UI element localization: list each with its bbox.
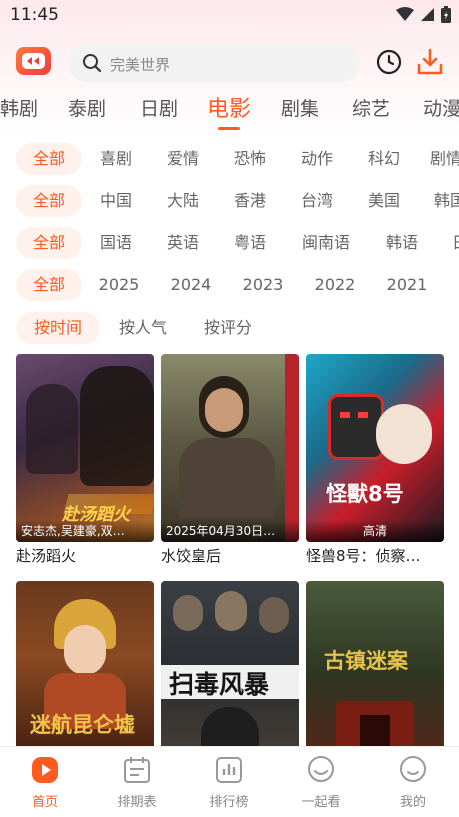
bottom-tab-bar: 首页 排期表 排行榜 一起看 我的 — [0, 746, 459, 817]
movie-poster: 2025年04月30日… — [161, 354, 299, 542]
smile-icon — [308, 756, 334, 782]
tab-label: 排行榜 — [209, 795, 249, 810]
history-icon[interactable] — [376, 49, 402, 75]
tab-anime[interactable]: 动漫 — [423, 94, 459, 121]
region-chip[interactable]: 韩国 — [434, 185, 459, 217]
movie-title: 水饺皇后 — [161, 547, 222, 565]
poster-title-art: 迷航昆仑墟 — [30, 713, 135, 737]
language-chip-all[interactable]: 全部 — [16, 227, 82, 259]
region-chip-all[interactable]: 全部 — [16, 185, 82, 217]
genre-chip[interactable]: 爱情 — [162, 143, 204, 175]
tab-series[interactable]: 剧集 — [281, 94, 319, 121]
year-chip[interactable]: 2025 — [95, 269, 143, 301]
movie-title: 赴汤蹈火 — [16, 547, 77, 565]
region-chip[interactable]: 中国 — [95, 185, 137, 217]
year-filter-row: 全部 2025 2024 2023 2022 2021 — [0, 269, 459, 301]
genre-chip[interactable]: 剧情 — [430, 143, 459, 175]
year-chip[interactable]: 2022 — [311, 269, 359, 301]
tab-variety[interactable]: 综艺 — [352, 94, 390, 121]
calendar-icon — [124, 757, 150, 783]
genre-chip-all[interactable]: 全部 — [16, 143, 82, 175]
chart-icon — [216, 757, 242, 783]
tab-ranking[interactable]: 排行榜 — [189, 755, 269, 810]
movie-poster: 赴汤蹈火 安志杰,吴建豪,双… — [16, 354, 154, 542]
genre-chip[interactable]: 恐怖 — [229, 143, 271, 175]
language-chip[interactable]: 韩语 — [381, 227, 423, 259]
language-chip[interactable]: 英语 — [162, 227, 204, 259]
profile-icon — [400, 756, 426, 782]
tab-korean-drama[interactable]: 韩剧 — [0, 94, 38, 121]
tab-profile[interactable]: 我的 — [373, 755, 453, 810]
year-chip[interactable]: 2021 — [383, 269, 431, 301]
sort-by-rating[interactable]: 按评分 — [198, 312, 258, 344]
poster-title-art: 扫毒风暴 — [169, 670, 270, 699]
home-play-icon — [32, 757, 58, 783]
tab-home[interactable]: 首页 — [5, 755, 85, 810]
sort-by-time[interactable]: 按时间 — [16, 312, 100, 344]
tab-label: 首页 — [31, 795, 58, 810]
sort-by-popularity[interactable]: 按人气 — [113, 312, 173, 344]
category-tabs: 韩剧 泰剧 日剧 电影 剧集 综艺 动漫 — [0, 94, 459, 130]
region-chip[interactable]: 香港 — [229, 185, 271, 217]
language-chip[interactable]: 日 — [452, 227, 459, 259]
genre-chip[interactable]: 喜剧 — [95, 143, 137, 175]
search-placeholder: 完美世界 — [110, 56, 171, 74]
language-chip[interactable]: 闽南语 — [293, 227, 359, 259]
genre-chip[interactable]: 科幻 — [363, 143, 405, 175]
poster-title-art: 古镇迷案 — [324, 649, 408, 673]
status-time: 11:45 — [10, 5, 59, 25]
language-chip[interactable]: 粤语 — [229, 227, 271, 259]
movie-overlay-text: 高清 — [306, 520, 444, 542]
language-filter-row: 全部 国语 英语 粤语 闽南语 韩语 日 — [0, 227, 459, 259]
double-back-icon — [22, 53, 45, 69]
app-logo[interactable] — [16, 47, 51, 75]
battery-icon — [441, 6, 451, 23]
movie-overlay-text: 安志杰,吴建豪,双… — [16, 520, 154, 542]
download-icon[interactable] — [417, 48, 443, 76]
movie-poster: 迷航昆仑墟 — [16, 581, 154, 769]
signal-icon — [421, 8, 434, 21]
tab-schedule[interactable]: 排期表 — [97, 755, 177, 810]
movie-poster: 怪獸8号 高清 — [306, 354, 444, 542]
genre-filter-row: 全部 喜剧 爱情 恐怖 动作 科幻 剧情 — [0, 143, 459, 175]
poster-title-art: 怪獸8号 — [326, 482, 404, 506]
movie-title: 怪兽8号：侦察… — [306, 547, 421, 565]
tab-japanese-drama[interactable]: 日剧 — [140, 94, 178, 121]
active-tab-indicator — [218, 127, 240, 130]
tab-watch-together[interactable]: 一起看 — [281, 755, 361, 810]
year-chip[interactable]: 2023 — [239, 269, 287, 301]
language-chip[interactable]: 国语 — [95, 227, 137, 259]
region-filter-row: 全部 中国 大陆 香港 台湾 美国 韩国 — [0, 185, 459, 217]
region-chip[interactable]: 美国 — [363, 185, 405, 217]
tab-label: 一起看 — [301, 795, 341, 810]
year-chip[interactable]: 2024 — [167, 269, 215, 301]
movie-poster: 古镇迷案 — [306, 581, 444, 769]
genre-chip[interactable]: 动作 — [296, 143, 338, 175]
movie-poster: 扫毒风暴 — [161, 581, 299, 769]
tab-thai-drama[interactable]: 泰剧 — [68, 94, 106, 121]
app-header: 完美世界 — [0, 42, 459, 84]
region-chip[interactable]: 台湾 — [296, 185, 338, 217]
region-chip[interactable]: 大陆 — [162, 185, 204, 217]
movie-overlay-text: 2025年04月30日… — [161, 520, 299, 542]
wifi-icon — [396, 7, 414, 21]
tab-label: 排期表 — [117, 795, 157, 810]
tab-label: 我的 — [399, 795, 426, 810]
sort-filter-row: 按时间 按人气 按评分 — [0, 312, 459, 344]
search-bar[interactable]: 完美世界 — [68, 44, 360, 82]
tab-movies[interactable]: 电影 — [207, 91, 251, 123]
year-chip-all[interactable]: 全部 — [16, 269, 82, 301]
search-icon — [83, 54, 102, 73]
status-bar: 11:45 — [0, 0, 459, 30]
